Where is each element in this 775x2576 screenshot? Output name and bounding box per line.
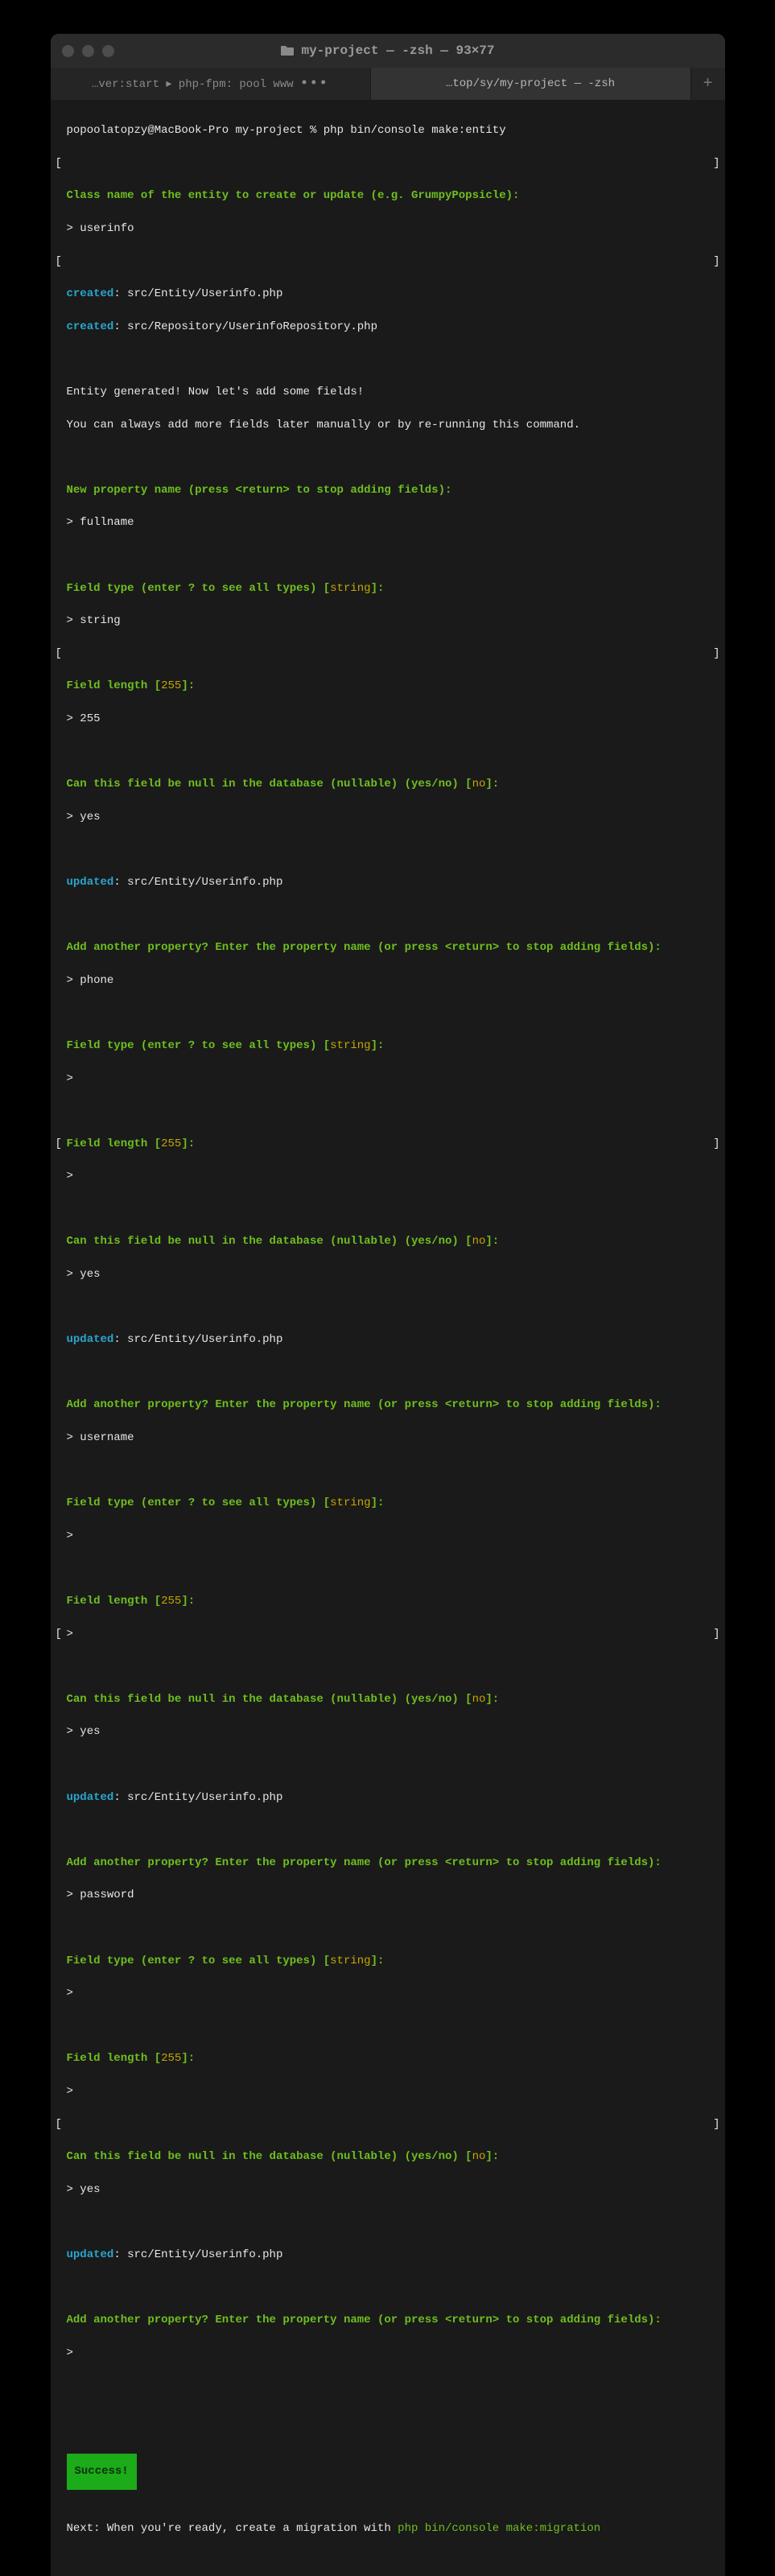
question-fieldtype: Field type (enter ? to see all types) [	[67, 582, 331, 595]
zoom-icon[interactable]	[102, 45, 114, 57]
close-icon[interactable]	[62, 45, 74, 57]
next-command: php bin/console make:migration	[398, 2522, 600, 2535]
tab-label: …ver:start ▸ php-fpm: pool www	[92, 77, 294, 91]
success-badge: Success!	[67, 2454, 137, 2489]
tab-overflow-icon: •••	[300, 76, 328, 92]
question-class: Class name of the entity to create or up…	[67, 189, 520, 202]
tab-2[interactable]: …top/sy/my-project — -zsh	[371, 68, 691, 100]
next-text: Next: When you're ready, create a migrat…	[67, 2522, 398, 2535]
default-no: no	[472, 778, 486, 791]
shell-command: php bin/console make:entity	[324, 124, 506, 137]
question-fieldlen: Field length [	[67, 679, 162, 692]
question-nullable: Can this field be null in the database (…	[67, 778, 472, 791]
minimize-icon[interactable]	[82, 45, 94, 57]
answer-255: > 255	[67, 712, 101, 725]
default-255: 255	[161, 679, 181, 692]
answer-phone: > phone	[67, 974, 114, 987]
answer-fullname: > fullname	[67, 516, 134, 529]
answer-empty: >	[67, 1072, 73, 1085]
created-label: created	[67, 320, 114, 333]
created-label: created	[67, 287, 114, 300]
terminal-body[interactable]: popoolatopzy@MacBook-Pro my-project % ph…	[51, 100, 725, 2576]
tab-label: …top/sy/my-project — -zsh	[446, 77, 615, 90]
updated-file: : src/Entity/Userinfo.php	[113, 876, 282, 889]
created-file-2: : src/Repository/UserinfoRepository.php	[113, 320, 377, 333]
titlebar[interactable]: my-project — -zsh — 93×77	[51, 34, 725, 68]
default-string: string	[330, 582, 370, 595]
info-more-fields: You can always add more fields later man…	[67, 419, 581, 431]
tab-1[interactable]: …ver:start ▸ php-fpm: pool www •••	[51, 68, 371, 100]
answer-string: > string	[67, 614, 121, 627]
terminal-window: my-project — -zsh — 93×77 …ver:start ▸ p…	[51, 34, 725, 2576]
plus-icon: +	[703, 75, 712, 93]
answer-yes: > yes	[67, 811, 101, 824]
shell-prompt: popoolatopzy@MacBook-Pro my-project %	[67, 124, 324, 137]
answer-password: > password	[67, 1889, 134, 1901]
new-tab-button[interactable]: +	[691, 68, 725, 100]
traffic-lights	[62, 45, 114, 57]
question-newprop: New property name (press <return> to sto…	[67, 484, 452, 497]
tab-bar: …ver:start ▸ php-fpm: pool www ••• …top/…	[51, 68, 725, 100]
question-addprop: Add another property? Enter the property…	[67, 941, 662, 954]
window-title-text: my-project — -zsh — 93×77	[301, 43, 494, 58]
folder-icon	[280, 45, 295, 56]
window-title: my-project — -zsh — 93×77	[51, 43, 725, 58]
answer-username: > username	[67, 1431, 134, 1444]
updated-label: updated	[67, 876, 114, 889]
created-file-1: : src/Entity/Userinfo.php	[113, 287, 282, 300]
info-generated: Entity generated! Now let's add some fie…	[67, 386, 365, 398]
answer-class: > userinfo	[67, 222, 134, 235]
